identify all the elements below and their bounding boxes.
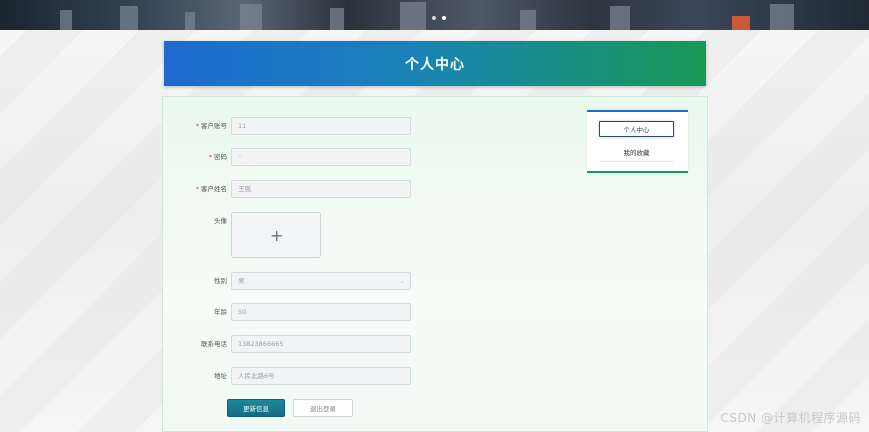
required-mark: * — [195, 122, 199, 130]
password-row: * 密码 ·· — [163, 148, 463, 166]
sidebar-item-favorites[interactable]: 我的收藏 — [599, 144, 674, 160]
age-label: 年龄 — [214, 308, 227, 316]
update-info-button[interactable]: 更新信息 — [227, 399, 285, 417]
avatar-row: 头像 + — [163, 212, 463, 258]
account-label: 客户账号 — [201, 122, 227, 130]
logout-button[interactable]: 退出登录 — [293, 399, 353, 417]
age-row: 年龄 50 — [163, 303, 463, 321]
phone-value: 13823866665 — [238, 340, 284, 348]
page-title: 个人中心 — [164, 41, 706, 86]
password-label: 密码 — [214, 153, 227, 161]
name-value: 王强 — [238, 185, 251, 193]
address-label: 地址 — [214, 372, 227, 380]
watermark: CSDN @计算机程序源码 — [720, 411, 861, 425]
gender-value: 男 — [238, 277, 245, 285]
password-value: ·· — [238, 153, 243, 161]
name-label: 客户姓名 — [201, 185, 227, 193]
divider — [599, 161, 674, 162]
phone-field[interactable]: 13823866665 — [231, 335, 411, 353]
phone-label: 联系电话 — [201, 340, 227, 348]
required-mark: * — [208, 153, 212, 161]
header-banner — [0, 0, 869, 30]
account-value: 11 — [238, 122, 247, 130]
age-value: 50 — [238, 308, 247, 316]
account-field[interactable]: 11 — [231, 117, 411, 135]
gender-label: 性别 — [214, 277, 227, 285]
gender-row: 性别 男 ⌄ — [163, 272, 463, 290]
address-value: 人民北路6号 — [238, 372, 275, 380]
chevron-down-icon: ⌄ — [399, 277, 405, 285]
user-sidebar: 个人中心 我的收藏 — [587, 110, 688, 173]
carousel-dot-icon[interactable] — [442, 16, 446, 20]
carousel-dot-icon[interactable] — [432, 16, 436, 20]
account-row: * 客户账号 11 — [163, 117, 463, 135]
address-field[interactable]: 人民北路6号 — [231, 367, 411, 385]
required-mark: * — [195, 185, 199, 193]
age-field[interactable]: 50 — [231, 303, 411, 321]
address-row: 地址 人民北路6号 — [163, 367, 463, 385]
name-field[interactable]: 王强 — [231, 180, 411, 198]
plus-icon: + — [270, 226, 284, 245]
gender-select[interactable]: 男 ⌄ — [231, 272, 411, 290]
avatar-upload[interactable]: + — [231, 212, 321, 258]
name-row: * 客户姓名 王强 — [163, 180, 463, 198]
page-title-text: 个人中心 — [405, 56, 465, 73]
phone-row: 联系电话 13823866665 — [163, 335, 463, 353]
password-field[interactable]: ·· — [231, 148, 411, 166]
avatar-label: 头像 — [214, 217, 227, 225]
sidebar-item-profile[interactable]: 个人中心 — [599, 121, 674, 137]
